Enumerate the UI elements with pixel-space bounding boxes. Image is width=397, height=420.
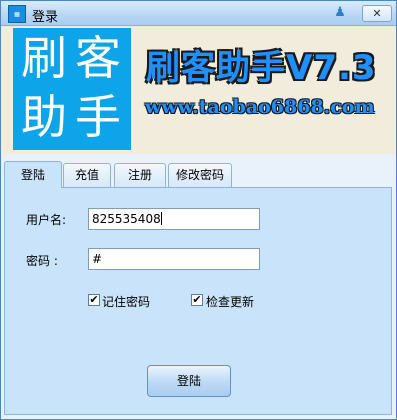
password-label: 密码 : [26, 254, 58, 268]
remember-password-label[interactable]: 记住密码 [102, 293, 150, 310]
tab-login[interactable]: 登陆 [4, 161, 62, 188]
username-value: 825535408 [92, 212, 161, 226]
brand-banner: 刷 客 助 手 刷客助手V7.3 www.taobao6868.com [2, 26, 395, 154]
tab-register[interactable]: 注册 [114, 163, 166, 187]
login-window: ▦ 登录 ♟ ✕ 刷 客 助 手 刷客助手V7.3 www.taobao6868… [0, 0, 397, 420]
app-icon: ▦ [8, 5, 26, 23]
password-value: # [92, 252, 103, 266]
text-caret [160, 212, 162, 225]
close-button[interactable]: ✕ [362, 5, 392, 22]
app-name: 刷客助手V7.3 [146, 48, 377, 88]
username-input[interactable]: 825535408 [88, 208, 260, 230]
window-title: 登录 [32, 10, 59, 25]
website-url: www.taobao6868.com [145, 96, 375, 118]
title-bar[interactable]: ▦ 登录 ♟ ✕ [1, 1, 396, 26]
logo-char: 客 [75, 31, 121, 85]
login-button[interactable]: 登陆 [147, 365, 231, 397]
logo-char: 手 [75, 90, 121, 144]
app-icon-glyph: ▦ [14, 10, 20, 18]
check-update-checkbox[interactable]: ✔ [191, 294, 203, 306]
logo-char: 助 [21, 90, 67, 144]
password-input[interactable]: # [88, 248, 260, 270]
tab-recharge[interactable]: 充值 [63, 163, 111, 187]
logo: 刷 客 助 手 [13, 28, 131, 150]
skin-icon[interactable]: ♟ [332, 5, 348, 21]
remember-password-checkbox[interactable]: ✔ [88, 294, 100, 306]
logo-char: 刷 [21, 31, 67, 85]
username-label: 用户名: [26, 213, 67, 227]
tab-change-password[interactable]: 修改密码 [168, 163, 232, 187]
check-update-label[interactable]: 检查更新 [206, 293, 254, 310]
